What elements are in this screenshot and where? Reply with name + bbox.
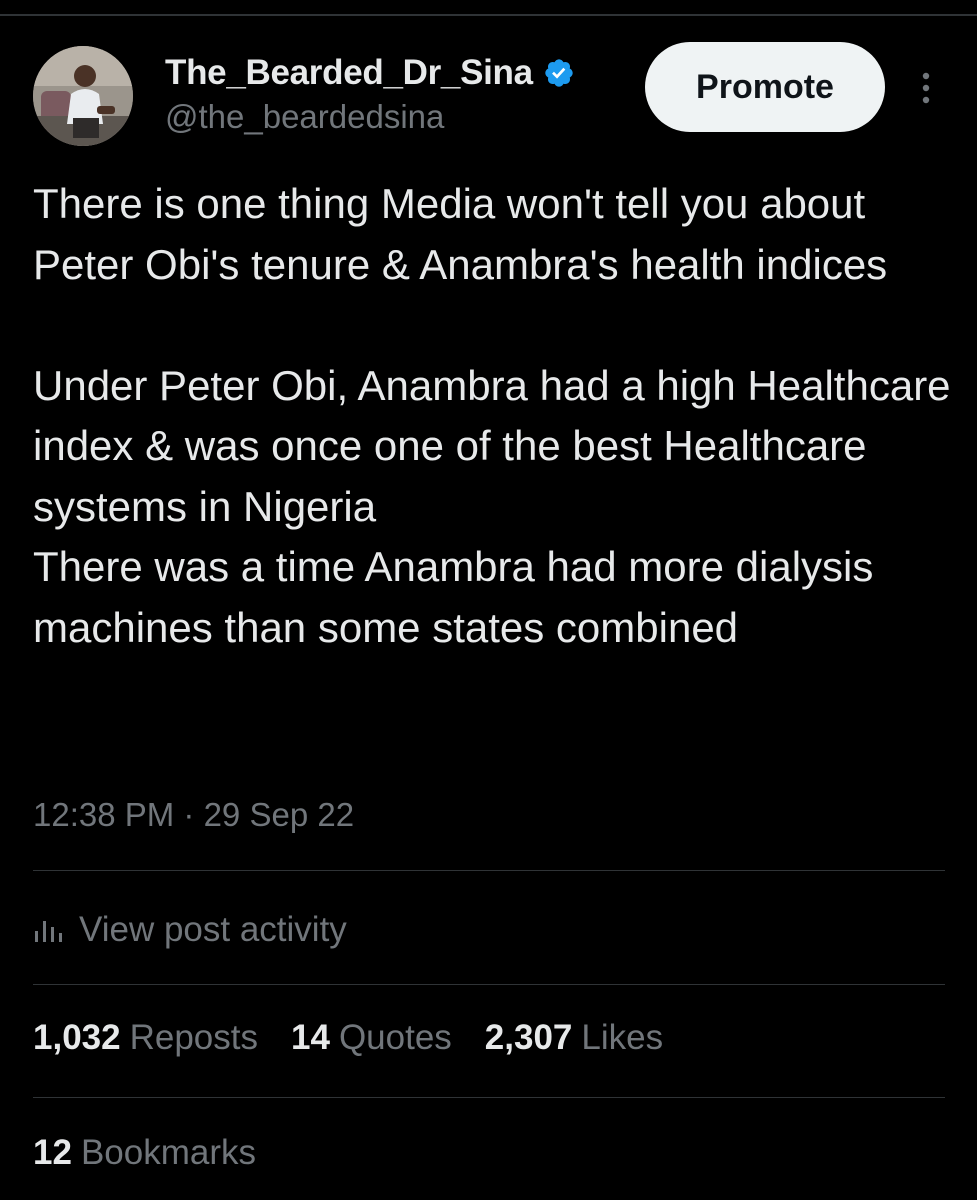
verified-badge-icon bbox=[545, 59, 573, 87]
likes-count: 2,307 bbox=[484, 1018, 573, 1057]
quotes-stat[interactable]: 14 Quotes bbox=[291, 1018, 452, 1058]
view-post-activity-label: View post activity bbox=[79, 910, 347, 949]
likes-label: Likes bbox=[581, 1018, 664, 1057]
promote-button[interactable]: Promote bbox=[645, 42, 885, 132]
quotes-count: 14 bbox=[291, 1018, 330, 1057]
top-divider bbox=[0, 14, 977, 16]
divider bbox=[33, 870, 945, 871]
avatar[interactable] bbox=[33, 46, 133, 146]
author-display-name[interactable]: The_Bearded_Dr_Sina bbox=[165, 53, 533, 93]
more-vertical-icon[interactable] bbox=[912, 68, 940, 108]
tweet-text: There is one thing Media won't tell you … bbox=[33, 180, 951, 651]
likes-stat[interactable]: 2,307 Likes bbox=[485, 1018, 663, 1058]
divider bbox=[33, 984, 945, 985]
avatar-photo bbox=[33, 46, 133, 146]
divider bbox=[33, 1097, 945, 1098]
tweet-timestamp[interactable]: 12:38 PM · 29 Sep 22 bbox=[33, 796, 354, 834]
bookmarks-count: 12 bbox=[33, 1133, 72, 1172]
author-handle[interactable]: @the_beardedsina bbox=[165, 98, 444, 136]
reposts-count: 1,032 bbox=[33, 1018, 121, 1057]
bookmarks-stat[interactable]: 12 Bookmarks bbox=[33, 1133, 256, 1173]
reposts-stat[interactable]: 1,032 Reposts bbox=[33, 1018, 258, 1058]
bar-chart-icon bbox=[35, 921, 62, 942]
quotes-label: Quotes bbox=[338, 1018, 452, 1057]
author-name-row[interactable]: The_Bearded_Dr_Sina bbox=[165, 50, 575, 96]
reposts-label: Reposts bbox=[129, 1018, 258, 1057]
engagement-stats: 1,032 Reposts 14 Quotes 2,307 Likes bbox=[33, 1018, 696, 1058]
bookmarks-label: Bookmarks bbox=[80, 1133, 256, 1172]
view-post-activity-link[interactable]: View post activity bbox=[33, 902, 347, 958]
